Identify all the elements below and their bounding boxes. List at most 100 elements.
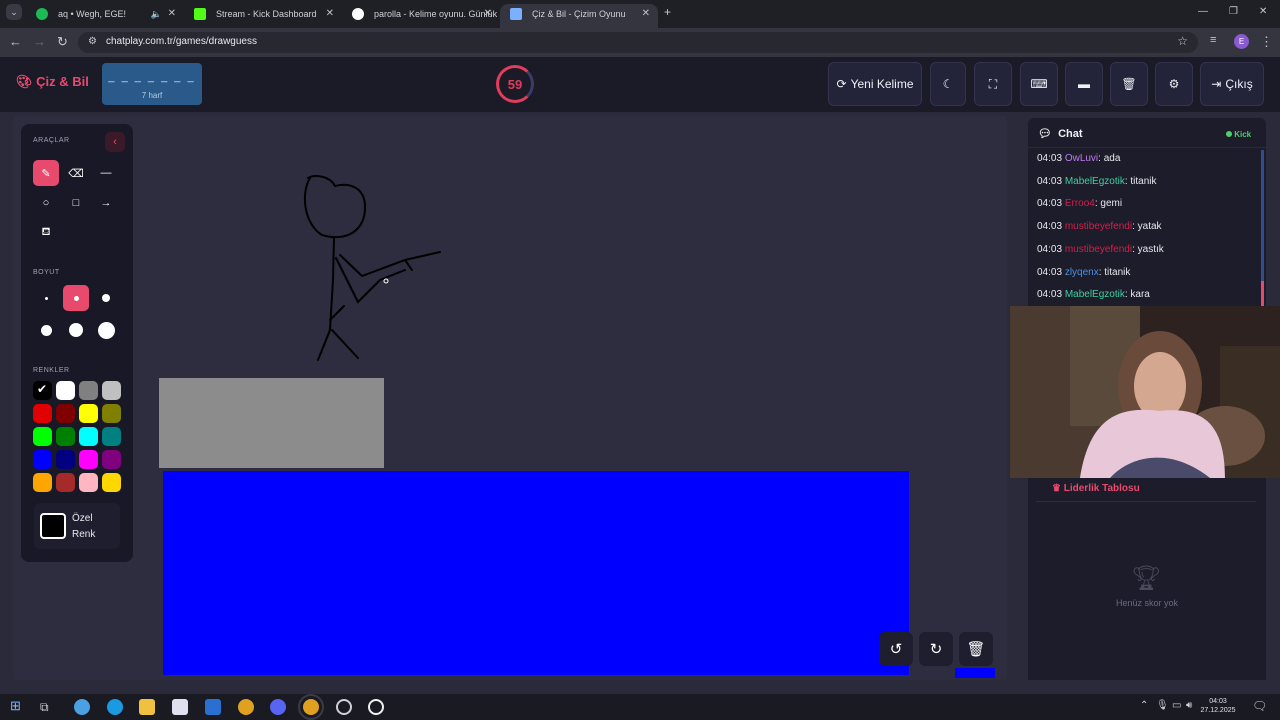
microphone-icon[interactable]: 🎙︎ <box>1156 700 1169 711</box>
color-swatch[interactable]: ✔ <box>33 381 52 400</box>
profile-avatar[interactable]: E <box>1234 34 1249 49</box>
clock-time: 04:03 <box>1209 698 1227 705</box>
browser-menu-icon[interactable]: ⋮ <box>1260 34 1273 50</box>
size-dot <box>69 323 83 337</box>
clock-date: 27.12.2025 <box>1200 707 1236 714</box>
message-text: : ada <box>1098 153 1121 164</box>
discord-icon[interactable] <box>270 699 286 715</box>
color-swatch[interactable] <box>56 427 75 446</box>
arrow-tool[interactable]: → <box>93 190 119 216</box>
undo-icon: ↺ <box>889 641 903 658</box>
size-option-2[interactable] <box>63 285 89 311</box>
size-option-1[interactable] <box>33 285 59 311</box>
obs-icon[interactable] <box>336 699 352 715</box>
copilot-icon[interactable] <box>74 699 90 715</box>
message-username[interactable]: MabelEgzotik <box>1065 289 1125 300</box>
keyboard-button[interactable]: ⌨ <box>1020 62 1058 106</box>
color-swatch[interactable] <box>33 427 52 446</box>
color-swatch[interactable] <box>56 381 75 400</box>
edge-icon[interactable] <box>107 699 123 715</box>
chat-scrollbar-thumb[interactable] <box>1261 281 1264 306</box>
message-username[interactable]: Erroo4 <box>1065 198 1095 209</box>
message-text: : gemi <box>1094 198 1123 210</box>
chat-bubbles-icon: 💬︎ <box>1038 128 1052 140</box>
message-username[interactable]: mustibeyefendi <box>1065 221 1132 232</box>
message-username[interactable]: zlyqenx <box>1065 267 1099 278</box>
color-swatch[interactable] <box>102 381 121 400</box>
brush-tool[interactable]: ✎ <box>33 160 59 186</box>
message-username[interactable]: MabelEgzotik <box>1065 176 1125 187</box>
size-dot <box>102 294 110 302</box>
mail-icon[interactable] <box>205 699 221 715</box>
close-window-icon[interactable]: ✕ <box>1259 6 1267 17</box>
redo-button[interactable]: ↻ <box>919 632 953 666</box>
exit-button[interactable]: ⇥ Çıkış <box>1200 62 1264 106</box>
system-clock[interactable]: 04:03 27.12.2025 <box>1200 697 1236 715</box>
file-explorer-icon[interactable] <box>139 699 155 715</box>
size-option-5[interactable] <box>63 317 89 343</box>
message-text: : yatak <box>1132 221 1162 233</box>
clear-canvas-button[interactable]: 🗑︎ <box>959 632 993 666</box>
volume-icon[interactable]: 🔊︎ <box>1186 700 1192 711</box>
collapse-panel-button[interactable]: ‹ <box>105 132 125 152</box>
color-swatch[interactable] <box>79 427 98 446</box>
custom-color-button[interactable]: Özel Renk <box>34 503 120 549</box>
color-swatch[interactable] <box>102 450 121 469</box>
start-icon[interactable]: ⊞ <box>10 698 26 714</box>
color-swatch[interactable] <box>102 427 121 446</box>
keyboard-icon: ⌨ <box>1030 77 1048 91</box>
settings-button[interactable]: ⚙ <box>1155 62 1193 106</box>
media-control-icon[interactable]: ≡ <box>1210 34 1216 46</box>
chrome-active-icon[interactable] <box>298 694 324 720</box>
line-tool[interactable]: — <box>93 160 119 186</box>
color-swatch[interactable] <box>56 404 75 423</box>
color-swatch[interactable] <box>79 473 98 492</box>
message-username[interactable]: OwLuvi <box>1065 153 1098 164</box>
color-swatch[interactable] <box>56 450 75 469</box>
webcam-overlay <box>1010 306 1280 478</box>
message-text: : kara <box>1124 289 1150 301</box>
platform-badge: Kick <box>1226 130 1251 139</box>
tray-chevron-up-icon[interactable]: ⌃ <box>1140 700 1148 711</box>
clear-button[interactable]: 🗑︎ <box>1110 62 1148 106</box>
message-username[interactable]: mustibeyefendi <box>1065 244 1132 255</box>
message-time: 04:03 <box>1037 198 1063 210</box>
color-swatch[interactable] <box>56 473 75 492</box>
size-option-6[interactable] <box>93 317 119 343</box>
redo-icon: ↻ <box>929 641 943 658</box>
color-swatch[interactable] <box>33 473 52 492</box>
color-swatch[interactable] <box>33 404 52 423</box>
color-swatch[interactable] <box>79 381 98 400</box>
color-swatch[interactable] <box>102 473 121 492</box>
eraser-tool[interactable]: ⌫ <box>63 160 89 186</box>
size-option-3[interactable] <box>93 285 119 311</box>
size-option-4[interactable] <box>33 317 59 343</box>
leaderboard-title: ♛ Liderlik Tablosu <box>1052 483 1140 494</box>
rectangle-tool[interactable]: □ <box>63 190 89 216</box>
search-app-icon[interactable] <box>368 699 384 715</box>
color-swatch[interactable] <box>102 404 121 423</box>
color-swatch[interactable] <box>33 450 52 469</box>
archive-icon: ▬ <box>1078 77 1090 91</box>
color-swatch[interactable] <box>79 450 98 469</box>
chat-message: 04:03 MabelEgzotik: kara <box>1037 289 1150 300</box>
chrome-icon[interactable] <box>238 699 254 715</box>
crown-icon: ♛ <box>1052 483 1061 494</box>
circle-tool[interactable]: ○ <box>33 190 59 216</box>
drawing-canvas[interactable] <box>0 0 1010 690</box>
network-icon[interactable]: ▭ <box>1172 700 1181 711</box>
archive-button[interactable]: ▬ <box>1065 62 1103 106</box>
line-icon: — <box>100 167 112 179</box>
chat-title: 💬︎ Chat <box>1038 127 1083 140</box>
undo-button[interactable]: ↺ <box>879 632 913 666</box>
store-icon[interactable] <box>172 699 188 715</box>
color-swatch[interactable] <box>79 404 98 423</box>
chat-message: 04:03 mustibeyefendi: yatak <box>1037 221 1162 232</box>
minimize-icon[interactable]: — <box>1198 6 1208 17</box>
task-view-icon[interactable]: ⧉ <box>40 699 56 715</box>
bookmark-star-icon[interactable]: ☆ <box>1177 34 1188 48</box>
fill-tool[interactable]: ⛾ <box>33 220 59 246</box>
restore-icon[interactable]: ❐ <box>1229 6 1238 17</box>
notification-icon[interactable]: 🗨︎ <box>1252 699 1267 713</box>
chat-message: 04:03 MabelEgzotik: titanik <box>1037 176 1157 187</box>
